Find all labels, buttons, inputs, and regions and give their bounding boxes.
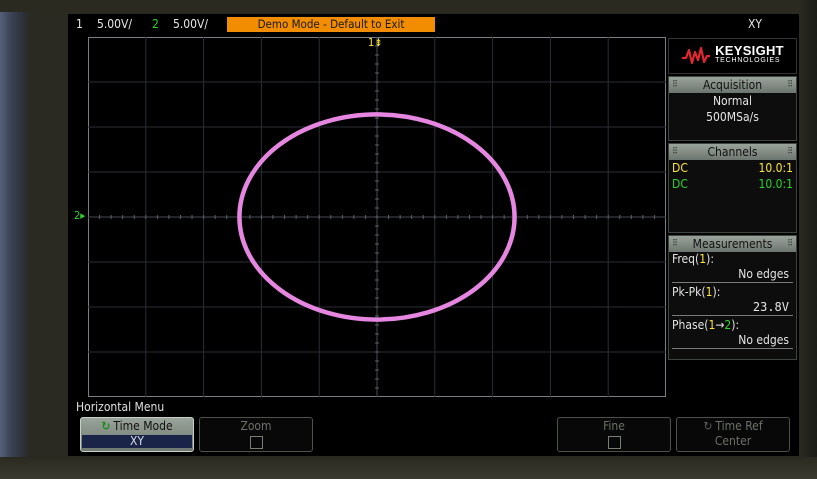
zoom-checkbox[interactable] <box>249 436 263 449</box>
time-mode-softkey[interactable]: ↻ Time Mode XY <box>80 417 194 452</box>
ch1-scale[interactable]: 5.00V/ <box>97 17 132 31</box>
fine-softkey[interactable]: Fine <box>557 417 671 452</box>
demo-mode-banner[interactable]: Demo Mode - Default to Exit <box>227 17 435 32</box>
sample-rate: 500MSa/s <box>706 110 759 124</box>
measurements-section[interactable]: ⠿ Measurements ⠿ Freq(1): No edges Pk-Pk(1… <box>668 235 797 360</box>
grip-icon: ⠿ <box>672 147 678 157</box>
xy-plot <box>88 37 666 397</box>
ch2-marker[interactable]: 2▸ <box>74 210 85 221</box>
channels-section[interactable]: ⠿ Channels ⠿ DC 10.0:1 DC 10.0:1 <box>668 143 797 233</box>
time-mode-label: Time Mode <box>113 419 173 433</box>
cycle-icon: ↻ <box>101 419 111 433</box>
logo-brand: KEYSIGHT <box>715 43 784 58</box>
pkpk-value: 23.8V <box>672 300 793 316</box>
grip-icon: ⠿ <box>787 80 793 90</box>
grip-icon: ⠿ <box>787 147 793 157</box>
grip-icon: ⠿ <box>672 80 678 90</box>
fine-checkbox[interactable] <box>607 436 621 449</box>
ch2-number: 2 <box>152 17 159 31</box>
waveform-display[interactable] <box>88 37 666 397</box>
horizontal-menu-title: Horizontal Menu <box>76 400 165 414</box>
ch1-number: 1 <box>76 17 83 31</box>
zoom-softkey[interactable]: Zoom <box>199 417 313 452</box>
zoom-label: Zoom <box>240 419 272 433</box>
ch1-probe: 10.0:1 <box>758 161 793 175</box>
ch2-probe: 10.0:1 <box>758 177 793 191</box>
freq-value: No edges <box>672 267 793 283</box>
phase-label: Phase(1→2): <box>672 318 740 332</box>
pkpk-label: Pk-Pk(1): <box>672 285 721 299</box>
time-ref-value: Center <box>714 434 752 448</box>
arrow-right-icon: ▸ <box>80 209 86 222</box>
ch1-coupling: DC <box>672 161 688 175</box>
keysight-logo: KEYSIGHT TECHNOLOGIES <box>668 38 797 74</box>
ch1-marker[interactable]: 1⇟ <box>368 37 383 48</box>
freq-label: Freq(1): <box>672 252 714 266</box>
measurements-title: Measurements <box>692 237 773 251</box>
ch2-coupling: DC <box>672 177 688 191</box>
ch2-scale[interactable]: 5.00V/ <box>173 17 208 31</box>
grip-icon: ⠿ <box>787 239 793 249</box>
acquisition-title: Acquisition <box>702 78 763 92</box>
right-bezel <box>799 0 817 479</box>
time-ref-label: Time Ref <box>715 419 763 433</box>
timebase-mode[interactable]: XY <box>748 17 762 31</box>
time-ref-softkey[interactable]: ↻ Time Ref Center <box>676 417 790 452</box>
top-bezel <box>0 0 817 12</box>
channels-title: Channels <box>707 145 758 159</box>
grip-icon: ⠿ <box>672 239 678 249</box>
phase-value: No edges <box>672 333 793 349</box>
keysight-wave-icon <box>682 46 711 65</box>
fine-label: Fine <box>603 419 625 433</box>
status-bar: 1 5.00V/ 2 5.00V/ Demo Mode - Default to… <box>68 14 799 34</box>
left-bezel <box>0 0 30 479</box>
channel-row-2: DC 10.0:1 <box>669 176 796 192</box>
channel-row-1: DC 10.0:1 <box>669 160 796 176</box>
side-panel: KEYSIGHT TECHNOLOGIES ⠿ Acquisition ⠿ Norm… <box>668 38 797 360</box>
acquisition-mode: Normal <box>712 94 753 108</box>
logo-subtext: TECHNOLOGIES <box>715 57 781 64</box>
time-mode-value: XY <box>82 435 192 448</box>
bottom-bezel <box>0 457 817 479</box>
arrow-down-icon: ⇟ <box>374 36 383 49</box>
oscilloscope-screen: 1 5.00V/ 2 5.00V/ Demo Mode - Default to… <box>68 14 799 456</box>
acquisition-section[interactable]: ⠿ Acquisition ⠿ Normal 500MSa/s <box>668 76 797 141</box>
cycle-icon: ↻ <box>703 419 713 433</box>
